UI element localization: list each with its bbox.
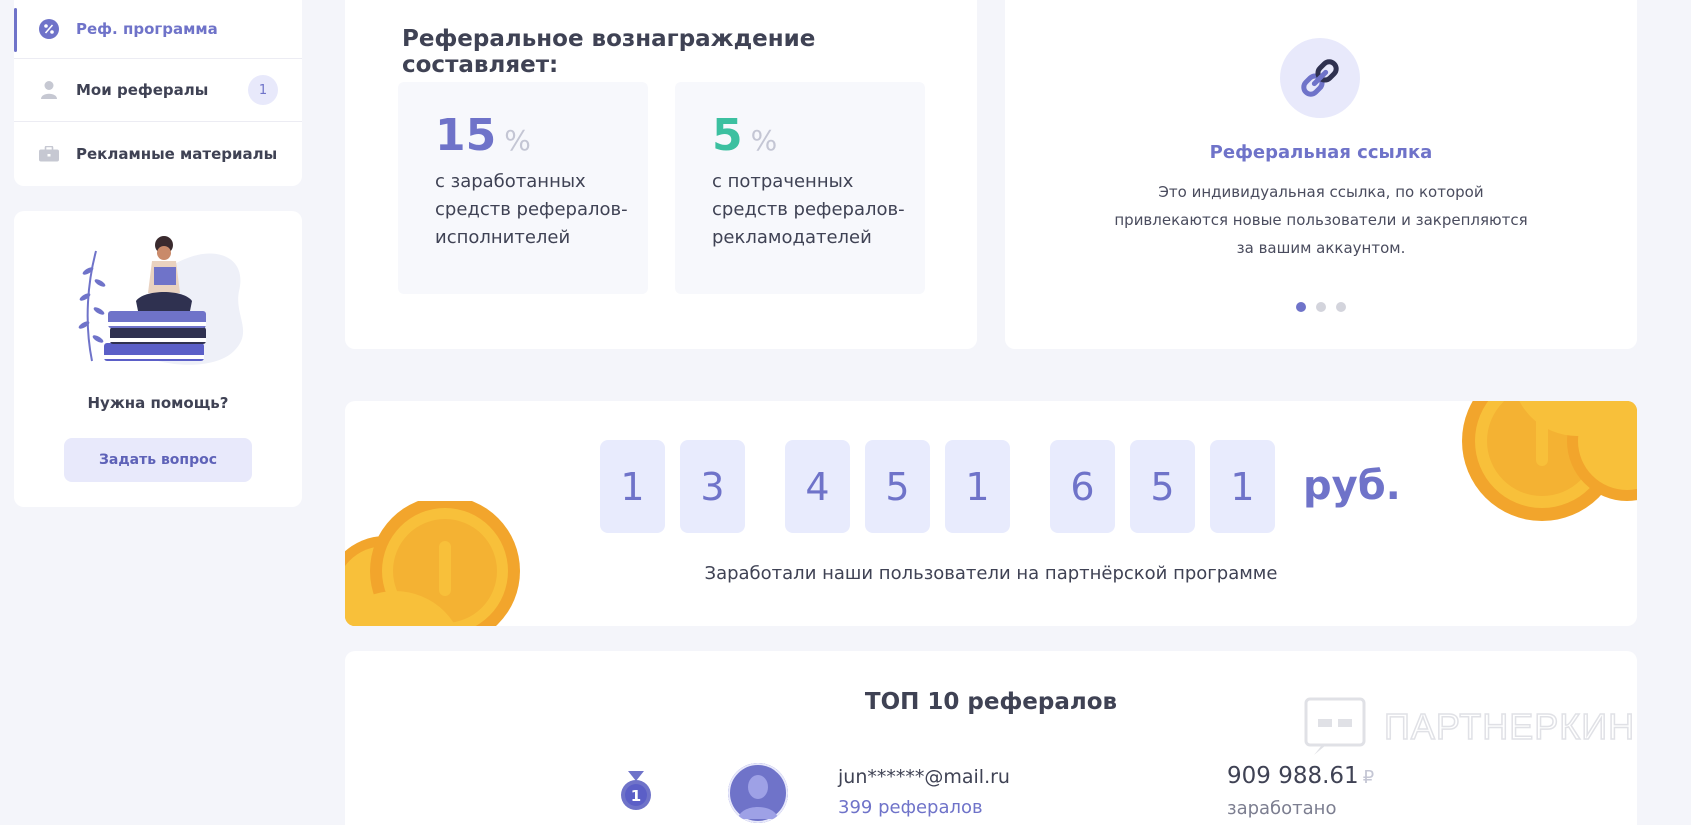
carousel-dot[interactable] <box>1296 302 1306 312</box>
link-icon <box>1280 38 1360 118</box>
medal-icon: 1 <box>621 771 651 810</box>
counter-digit: 4 <box>785 440 850 533</box>
help-text: Нужна помощь? <box>87 394 229 412</box>
user-icon <box>38 79 60 101</box>
percent-icon <box>38 18 60 40</box>
percent-sign: % <box>504 124 531 157</box>
referral-link-description: Это индивидуальная ссылка, по которой пр… <box>1114 183 1528 257</box>
counter-digit: 3 <box>680 440 745 533</box>
sidebar-item-label: Реф. программа <box>76 20 218 38</box>
briefcase-icon <box>38 143 60 165</box>
rate-description: с потраченных средств рефералов-рекламод… <box>712 171 905 248</box>
counter-digit: 6 <box>1050 440 1115 533</box>
reward-title: Реферальное вознаграждение составляет: <box>402 26 816 78</box>
watermark-text: ПАРТНЕРКИН <box>1383 705 1636 748</box>
rate-value: 15% <box>435 110 531 161</box>
counter-digit: 1 <box>600 440 665 533</box>
sidebar-item-ad-materials[interactable]: Рекламные материалы <box>14 122 302 185</box>
counter-digit: 1 <box>945 440 1010 533</box>
ruble-sign: ₽ <box>1362 767 1375 788</box>
counter-digit: 5 <box>1130 440 1195 533</box>
avatar <box>728 763 788 823</box>
counter-digit: 1 <box>1210 440 1275 533</box>
reward-card: Реферальное вознаграждение составляет: 1… <box>345 0 977 349</box>
counter-currency: руб. <box>1303 463 1401 509</box>
sidebar-item-ref-program[interactable]: Реф. программа <box>14 0 302 59</box>
counter-digit: 5 <box>865 440 930 533</box>
sidebar-item-label: Мои рефералы <box>76 81 209 99</box>
earnings-counter-card: 1 3 4 5 1 6 5 1 руб. Заработали наши пол… <box>345 401 1637 626</box>
referrals-count-badge: 1 <box>248 75 278 105</box>
referral-earned-label: заработано <box>1227 798 1337 819</box>
percent-sign: % <box>750 124 778 157</box>
sidebar-item-my-referrals[interactable]: Мои рефералы 1 <box>14 59 302 122</box>
referral-amount: 909 988.61 ₽ <box>1227 763 1375 789</box>
rank-number: 1 <box>631 787 641 805</box>
sidebar-item-label: Рекламные материалы <box>76 144 278 163</box>
referral-email: jun******@mail.ru <box>838 766 1010 788</box>
carousel-dot[interactable] <box>1336 302 1346 312</box>
help-card: Нужна помощь? Задать вопрос <box>14 211 302 507</box>
ask-question-button[interactable]: Задать вопрос <box>64 438 252 482</box>
carousel-dot[interactable] <box>1316 302 1326 312</box>
rate-value: 5% <box>712 110 778 161</box>
user-avatar-icon <box>728 763 788 823</box>
coins-decoration-right <box>1462 401 1637 521</box>
rate-box-performers: 15% с заработанных средств рефералов-исп… <box>398 82 648 294</box>
watermark: ПАРТНЕРКИН <box>1304 697 1635 757</box>
referral-count: 399 рефералов <box>838 797 983 818</box>
referral-link-card: Реферальная ссылка Это индивидуальная сс… <box>1005 0 1637 349</box>
counter-caption: Заработали наши пользователи на партнёрс… <box>704 563 1278 584</box>
watermark-logo-icon <box>1304 697 1366 755</box>
rate-description: с заработанных средств рефералов-исполни… <box>435 171 628 248</box>
carousel-dots <box>1005 302 1637 312</box>
rate-box-advertisers: 5% с потраченных средств рефералов-рекла… <box>675 82 925 294</box>
sidebar-menu: Реф. программа Мои рефералы 1 Рекламные … <box>14 0 302 186</box>
reading-girl-illustration <box>78 236 244 365</box>
referral-link-title: Реферальная ссылка <box>1209 142 1433 163</box>
